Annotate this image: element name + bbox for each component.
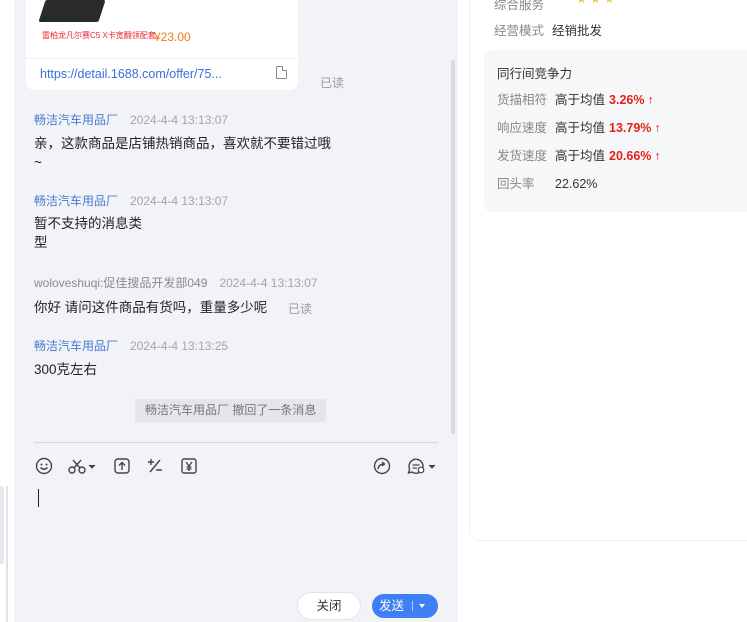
- compete-row: 回头率 22.62%: [497, 173, 597, 192]
- rating-label: 综合服务: [494, 0, 545, 12]
- compete-label: 回头率: [497, 177, 535, 191]
- forward-icon[interactable]: [373, 456, 391, 476]
- star-icon: ★: [576, 0, 588, 5]
- yen-icon[interactable]: [180, 456, 198, 476]
- product-thumbnail[interactable]: 雷柏龙凡尔赛C5 X卡宽翻领配套: [38, 0, 156, 46]
- star-icon: ★: [604, 0, 616, 5]
- mode-label: 经营模式: [494, 24, 545, 38]
- message-line: 300克左右: [34, 362, 98, 377]
- compete-percent: 3.26%: [609, 93, 645, 107]
- message-sender[interactable]: woloveshuqi:促佳搜品开发部049: [34, 276, 207, 290]
- arrow-up-icon: ↑: [654, 121, 661, 135]
- compete-value: 高于均值: [555, 121, 606, 135]
- arrow-up-icon: ↑: [647, 93, 654, 107]
- arrow-up-icon: ↑: [654, 149, 661, 163]
- copy-link-icon[interactable]: [276, 66, 287, 79]
- compete-label: 货描相符: [497, 93, 548, 107]
- calc-icon[interactable]: [146, 456, 164, 476]
- message-sender[interactable]: 畅洁汽车用品厂: [34, 339, 118, 353]
- compete-percent: 13.79%: [609, 121, 652, 135]
- chevron-down-icon[interactable]: [419, 604, 425, 608]
- product-price: ¥23.00: [154, 30, 191, 44]
- message-sender[interactable]: 畅洁汽车用品厂: [34, 194, 118, 208]
- message-line: ~: [34, 155, 42, 170]
- message-time: 2024-4-4 13:13:07: [219, 276, 318, 290]
- recall-notice: 畅洁汽车用品厂 撤回了一条消息: [135, 399, 327, 422]
- compete-row: 货描相符 高于均值 3.26% ↑: [497, 89, 654, 108]
- message-time: 2024-4-4 13:13:07: [130, 194, 229, 208]
- product-thumb-caption: 雷柏龙凡尔赛C5 X卡宽翻领配套: [42, 31, 156, 40]
- message-time: 2024-4-4 13:13:07: [130, 113, 229, 127]
- quick-reply-icon[interactable]: [406, 456, 436, 476]
- scissors-icon[interactable]: [68, 456, 96, 476]
- star-icon: ★: [590, 0, 602, 5]
- emoji-icon[interactable]: [35, 456, 53, 476]
- product-link[interactable]: https://detail.1688.com/offer/75...: [40, 67, 222, 81]
- product-image: [38, 0, 106, 22]
- compete-label: 响应速度: [497, 121, 548, 135]
- left-tab-handle[interactable]: [0, 486, 4, 564]
- compete-percent: 20.66%: [609, 149, 652, 163]
- compete-row: 发货速度 高于均值 20.66% ↑: [497, 145, 661, 164]
- message-line: 暂不支持的消息类: [34, 216, 142, 231]
- upload-icon[interactable]: [113, 456, 131, 476]
- message-header: 畅洁汽车用品厂 2024-4-4 13:13:07: [34, 192, 228, 209]
- compete-value: 高于均值: [555, 93, 606, 107]
- shop-info-panel: 综合服务 ★ ★ ★ 经营模式经销批发 同行间竞争力 货描相符高于均值3.26%…: [470, 0, 747, 540]
- message-header: woloveshuqi:促佳搜品开发部049 2024-4-4 13:13:07: [34, 274, 318, 291]
- compete-label: 发货速度: [497, 149, 548, 163]
- send-button-label: 发送: [379, 599, 405, 613]
- message-header: 畅洁汽车用品厂 2024-4-4 13:13:07: [34, 111, 228, 128]
- send-button[interactable]: 发送: [372, 594, 438, 618]
- message-sender[interactable]: 畅洁汽车用品厂: [34, 113, 118, 127]
- message-header: 畅洁汽车用品厂 2024-4-4 13:13:25: [34, 337, 228, 354]
- mode-row: 经营模式 经销批发: [494, 20, 602, 39]
- message-line: 亲，这款商品是店铺热销商品，喜欢就不要错过哦: [34, 136, 331, 151]
- read-status: 已读: [288, 302, 313, 316]
- message-time: 2024-4-4 13:13:25: [130, 339, 229, 353]
- compete-value: 高于均值: [555, 149, 606, 163]
- read-status: 已读: [320, 76, 345, 90]
- close-button[interactable]: 关闭: [297, 592, 361, 620]
- message-text: 300克左右: [34, 360, 97, 379]
- chat-scrollbar[interactable]: [451, 60, 455, 434]
- product-card[interactable]: 雷柏龙凡尔赛C5 X卡宽翻领配套 ¥23.00 https://detail.1…: [26, 0, 298, 90]
- left-edge-line: [6, 486, 8, 622]
- mode-value: 经销批发: [552, 24, 603, 38]
- left-edge: [0, 0, 8, 622]
- compete-row: 响应速度 高于均值 13.79% ↑: [497, 117, 661, 136]
- message-line: 型: [34, 235, 48, 250]
- message-text: 亲，这款商品是店铺热销商品，喜欢就不要错过哦 ~: [34, 134, 331, 172]
- message-line: 你好 请问这件商品有货吗，重量多少呢: [34, 300, 268, 315]
- rating-stars: ★ ★ ★: [576, 0, 616, 5]
- competitiveness-title: 同行间竞争力: [497, 67, 573, 81]
- message-input-caret[interactable]: [38, 489, 39, 507]
- send-button-separator: [412, 601, 413, 611]
- input-divider: [34, 442, 438, 443]
- card-divider: [26, 58, 298, 59]
- message-text: 你好 请问这件商品有货吗，重量多少呢: [34, 298, 267, 317]
- rating-row: 综合服务 ★ ★ ★: [494, 0, 615, 13]
- competitiveness-card: 同行间竞争力 货描相符 高于均值 3.26% ↑ 响应速度 高于均值 13.79% ↑ 发货…: [484, 50, 747, 212]
- compete-value: 22.62%: [555, 177, 598, 191]
- message-text: 暂不支持的消息类 型: [34, 214, 142, 252]
